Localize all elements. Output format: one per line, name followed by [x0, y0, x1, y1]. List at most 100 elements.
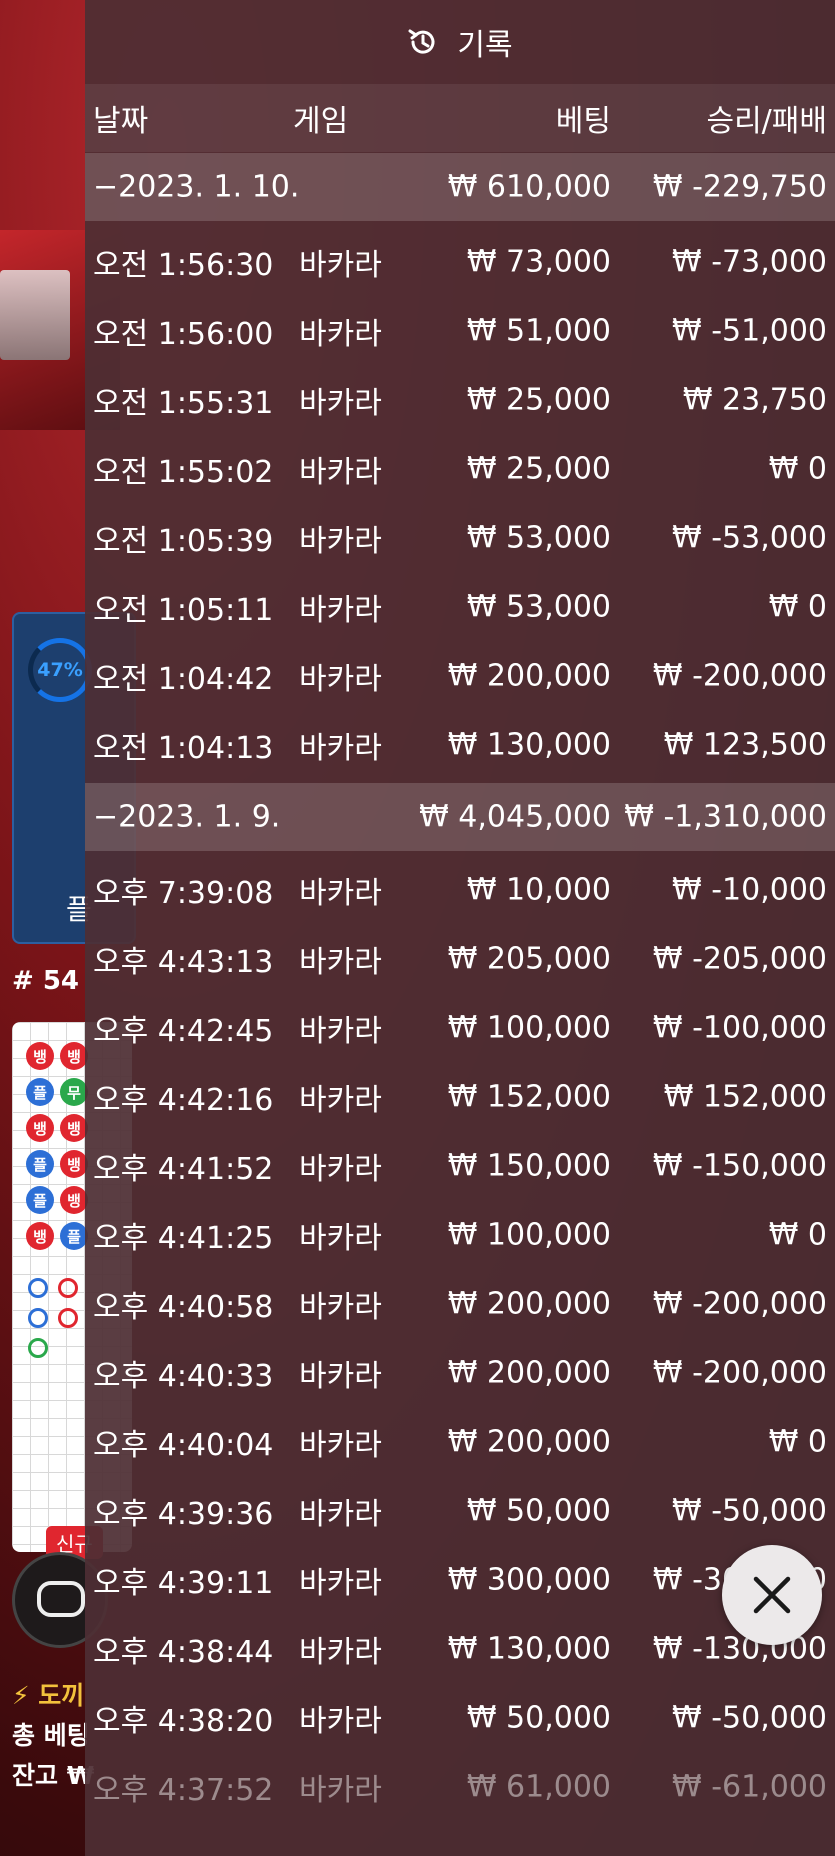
- row-game: 바카라: [299, 1220, 382, 1256]
- date-group-header[interactable]: −2023. 1. 9. ₩ 4,045,000 ₩ -1,310,000: [85, 783, 835, 851]
- column-bet: 베팅: [555, 104, 611, 139]
- row-result: ₩ 0: [768, 589, 827, 624]
- history-row[interactable]: 오후 4:41:52 바카라 ₩ 150,000 ₩ -150,000: [85, 1131, 835, 1200]
- history-panel: 기록 날짜 게임 베팅 승리/패배 −2023. 1. 10. ₩ 610,00…: [85, 0, 835, 1856]
- row-result: ₩ -73,000: [672, 244, 827, 279]
- big-road-ring: [28, 1338, 48, 1358]
- row-bet: ₩ 130,000: [447, 1631, 611, 1666]
- row-game: 바카라: [299, 592, 382, 628]
- row-result: ₩ 0: [768, 1424, 827, 1459]
- row-bet: ₩ 152,000: [447, 1079, 611, 1114]
- history-row[interactable]: 오후 4:40:04 바카라 ₩ 200,000 ₩ 0: [85, 1407, 835, 1476]
- row-time: 오전 1:04:13: [93, 730, 274, 766]
- row-game: 바카라: [299, 875, 382, 911]
- history-row[interactable]: 오전 1:56:30 바카라 ₩ 73,000 ₩ -73,000: [85, 227, 835, 296]
- group-date: −2023. 1. 9.: [93, 799, 281, 835]
- row-time: 오전 1:55:31: [93, 385, 274, 421]
- row-bet: ₩ 53,000: [466, 520, 611, 555]
- row-time: 오후 7:39:08: [93, 875, 274, 911]
- history-list: 오전 1:56:30 바카라 ₩ 73,000 ₩ -73,000 오전 1:5…: [85, 221, 835, 779]
- row-result: ₩ -200,000: [652, 1286, 827, 1321]
- row-result: ₩ 0: [768, 451, 827, 486]
- row-time: 오후 4:43:13: [93, 944, 274, 980]
- row-bet: ₩ 51,000: [466, 313, 611, 348]
- row-result: ₩ -130,000: [652, 1631, 827, 1666]
- history-row[interactable]: 오전 1:05:39 바카라 ₩ 53,000 ₩ -53,000: [85, 503, 835, 572]
- total-bet-label: 총 베팅: [12, 1721, 90, 1750]
- date-group-header[interactable]: −2023. 1. 10. ₩ 610,000 ₩ -229,750: [85, 153, 835, 221]
- row-bet: ₩ 100,000: [447, 1010, 611, 1045]
- row-game: 바카라: [299, 1082, 382, 1118]
- row-time: 오전 1:56:30: [93, 247, 274, 283]
- row-game: 바카라: [299, 1772, 382, 1808]
- history-row[interactable]: 오후 4:42:45 바카라 ₩ 100,000 ₩ -100,000: [85, 993, 835, 1062]
- row-bet: ₩ 205,000: [447, 941, 611, 976]
- row-time: 오전 1:55:02: [93, 454, 274, 490]
- row-result: ₩ 0: [768, 1217, 827, 1252]
- progress-percent: 47%: [37, 659, 83, 681]
- row-result: ₩ -200,000: [652, 1355, 827, 1390]
- column-date: 날짜: [93, 104, 149, 139]
- road-cell: 뱅: [60, 1150, 88, 1178]
- history-row[interactable]: 오전 1:04:13 바카라 ₩ 130,000 ₩ 123,500: [85, 710, 835, 779]
- row-bet: ₩ 130,000: [447, 727, 611, 762]
- row-result: ₩ -100,000: [652, 1010, 827, 1045]
- big-road-ring: [58, 1278, 78, 1298]
- history-row[interactable]: 오후 4:43:13 바카라 ₩ 205,000 ₩ -205,000: [85, 924, 835, 993]
- chip-icon: [37, 1581, 85, 1617]
- row-time: 오후 4:41:52: [93, 1151, 274, 1187]
- row-result: ₩ -50,000: [672, 1493, 827, 1528]
- row-game: 바카라: [299, 944, 382, 980]
- row-bet: ₩ 150,000: [447, 1148, 611, 1183]
- road-cell: 플: [60, 1222, 88, 1250]
- row-game: 바카라: [299, 730, 382, 766]
- history-row[interactable]: 오전 1:55:02 바카라 ₩ 25,000 ₩ 0: [85, 434, 835, 503]
- history-row[interactable]: 오후 4:39:36 바카라 ₩ 50,000 ₩ -50,000: [85, 1476, 835, 1545]
- row-result: ₩ -150,000: [652, 1148, 827, 1183]
- history-row[interactable]: 오후 7:39:08 바카라 ₩ 10,000 ₩ -10,000: [85, 855, 835, 924]
- row-time: 오후 4:38:20: [93, 1703, 274, 1739]
- history-row[interactable]: 오후 4:37:52 바카라 ₩ 61,000 ₩ -61,000: [85, 1752, 835, 1821]
- road-cell: 뱅: [26, 1114, 54, 1142]
- road-cell: 뱅: [26, 1042, 54, 1070]
- row-time: 오후 4:42:45: [93, 1013, 274, 1049]
- history-row[interactable]: 오후 4:41:25 바카라 ₩ 100,000 ₩ 0: [85, 1200, 835, 1269]
- row-bet: ₩ 25,000: [466, 451, 611, 486]
- history-row[interactable]: 오전 1:04:42 바카라 ₩ 200,000 ₩ -200,000: [85, 641, 835, 710]
- row-bet: ₩ 50,000: [466, 1493, 611, 1528]
- row-bet: ₩ 25,000: [466, 382, 611, 417]
- row-game: 바카라: [299, 1703, 382, 1739]
- road-cell: 플: [26, 1150, 54, 1178]
- row-time: 오후 4:40:58: [93, 1289, 274, 1325]
- close-button[interactable]: [722, 1545, 822, 1645]
- column-result: 승리/패배: [706, 104, 827, 139]
- row-time: 오후 4:39:36: [93, 1496, 274, 1532]
- row-game: 바카라: [299, 247, 382, 283]
- row-bet: ₩ 53,000: [466, 589, 611, 624]
- big-road-ring: [28, 1308, 48, 1328]
- history-icon: [408, 29, 435, 54]
- road-cell: 뱅: [60, 1114, 88, 1142]
- history-row[interactable]: 오전 1:55:31 바카라 ₩ 25,000 ₩ 23,750: [85, 365, 835, 434]
- history-row[interactable]: 오후 4:38:20 바카라 ₩ 50,000 ₩ -50,000: [85, 1683, 835, 1752]
- ticker-text: ⚡ 도끼: [12, 1681, 85, 1710]
- history-row[interactable]: 오후 4:42:16 바카라 ₩ 152,000 ₩ 152,000: [85, 1062, 835, 1131]
- row-result: ₩ 123,500: [663, 727, 827, 762]
- group-total-bet: ₩ 610,000: [447, 169, 611, 205]
- row-result: ₩ -61,000: [672, 1769, 827, 1804]
- round-number: # 54: [12, 966, 80, 996]
- history-row[interactable]: 오후 4:40:58 바카라 ₩ 200,000 ₩ -200,000: [85, 1269, 835, 1338]
- history-row[interactable]: 오후 4:38:44 바카라 ₩ 130,000 ₩ -130,000: [85, 1614, 835, 1683]
- road-cell: 플: [26, 1186, 54, 1214]
- row-game: 바카라: [299, 1151, 382, 1187]
- history-row[interactable]: 오전 1:05:11 바카라 ₩ 53,000 ₩ 0: [85, 572, 835, 641]
- row-bet: ₩ 10,000: [466, 872, 611, 907]
- row-game: 바카라: [299, 1013, 382, 1049]
- row-bet: ₩ 300,000: [447, 1562, 611, 1597]
- history-row[interactable]: 오후 4:40:33 바카라 ₩ 200,000 ₩ -200,000: [85, 1338, 835, 1407]
- history-row[interactable]: 오전 1:56:00 바카라 ₩ 51,000 ₩ -51,000: [85, 296, 835, 365]
- row-bet: ₩ 50,000: [466, 1700, 611, 1735]
- road-cell: 뱅: [26, 1222, 54, 1250]
- group-total-result: ₩ -229,750: [652, 169, 827, 205]
- row-bet: ₩ 100,000: [447, 1217, 611, 1252]
